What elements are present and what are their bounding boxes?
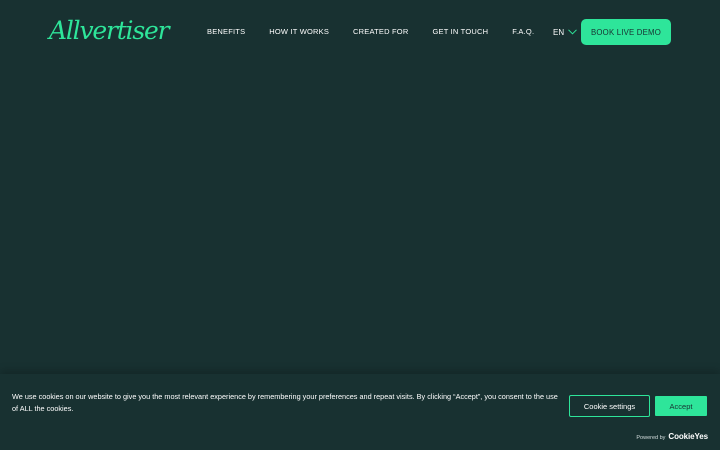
nav-item-benefits[interactable]: BENEFITS: [207, 26, 245, 38]
chevron-down-icon: [568, 29, 577, 35]
cookie-message: We use cookies on our website to give yo…: [12, 392, 558, 413]
powered-by-label: Powered by: [636, 435, 666, 441]
cookie-settings-button[interactable]: Cookie settings: [569, 395, 650, 417]
nav-item-get-in-touch[interactable]: GET IN TOUCH: [432, 26, 488, 38]
accept-cookies-button[interactable]: Accept: [655, 396, 707, 416]
brand-logo[interactable]: Allvertiser: [49, 16, 170, 46]
site-header: Allvertiser BENEFITS HOW IT WORKS CREATE…: [0, 0, 720, 64]
main-nav: BENEFITS HOW IT WORKS CREATED FOR GET IN…: [207, 26, 558, 38]
powered-by[interactable]: Powered by CookieYes: [636, 432, 708, 441]
book-live-demo-button[interactable]: BOOK LIVE DEMO: [581, 19, 671, 45]
cookie-banner: We use cookies on our website to give yo…: [0, 374, 720, 450]
nav-item-created-for[interactable]: CREATED FOR: [353, 26, 408, 38]
language-label: EN: [553, 27, 565, 37]
nav-item-faq[interactable]: F.A.Q.: [512, 26, 534, 38]
page: Allvertiser BENEFITS HOW IT WORKS CREATE…: [0, 0, 720, 450]
nav-item-how-it-works[interactable]: HOW IT WORKS: [269, 26, 329, 38]
language-selector[interactable]: EN: [553, 26, 577, 38]
cookieyes-logo: CookieYes: [668, 432, 708, 441]
